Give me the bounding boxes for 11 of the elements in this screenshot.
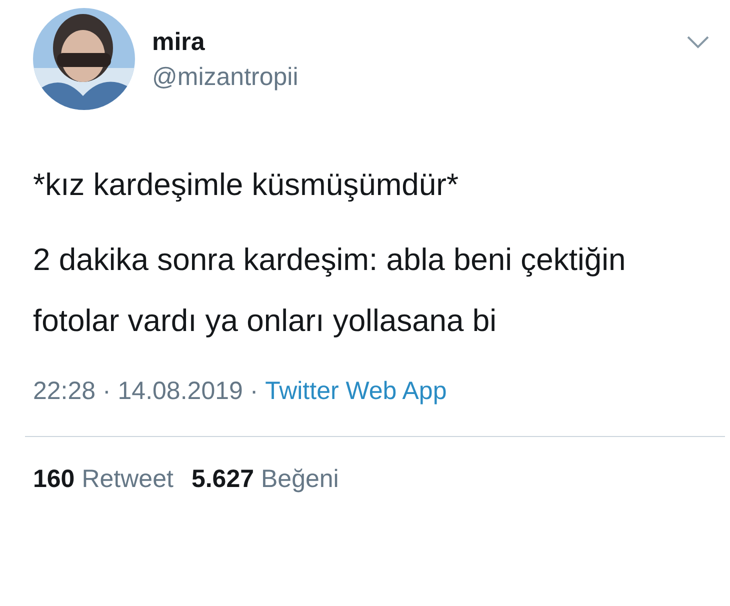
chevron-down-icon[interactable]: [686, 35, 710, 49]
username[interactable]: @mizantropii: [152, 62, 298, 92]
stat-count: 5.627: [191, 464, 254, 495]
source-link[interactable]: Twitter Web App: [265, 373, 447, 409]
stat-label: Beğeni: [261, 464, 339, 495]
timestamp: 22:28 · 14.08.2019 ·: [33, 376, 258, 407]
stat-count: 160: [33, 464, 75, 495]
display-name[interactable]: mira: [152, 28, 298, 56]
tweet-text: *kız kardeşimle küsmüşümdür*: [33, 166, 460, 204]
stat-label: Retweet: [82, 464, 174, 495]
tweet-text: 2 dakika sonra kardeşim: abla beni çektiğin fotolar vardı ya onları yollasana bi: [33, 241, 627, 340]
